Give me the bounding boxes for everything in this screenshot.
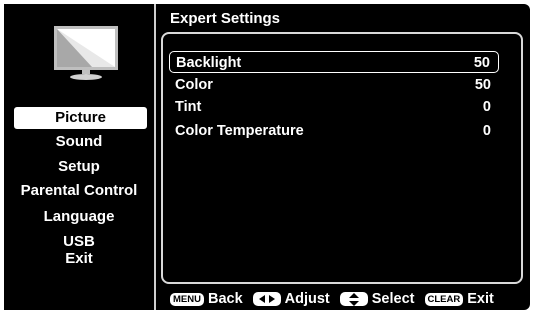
clear-key-icon: CLEAR	[424, 292, 464, 306]
exit-hint: Exit	[467, 291, 494, 307]
setting-value: 50	[473, 55, 490, 71]
setting-label: Backlight	[176, 55, 242, 71]
sidebar-item-language[interactable]: Language	[4, 208, 154, 226]
setting-row-color[interactable]: Color 50	[169, 74, 499, 96]
tv-icon	[54, 26, 118, 80]
setting-value: 0	[482, 99, 491, 115]
sidebar-item-sound[interactable]: Sound	[4, 133, 154, 151]
setting-row-tint[interactable]: Tint 0	[169, 96, 499, 118]
left-right-arrows-icon	[252, 292, 281, 306]
setting-label: Color Temperature	[175, 123, 304, 139]
setting-value: 0	[482, 123, 491, 139]
setting-label: Tint	[175, 99, 202, 115]
up-down-arrows-icon	[339, 292, 368, 306]
sidebar-item-picture[interactable]: Picture	[14, 107, 147, 129]
sidebar-divider	[154, 4, 156, 310]
page-title: Expert Settings	[170, 10, 281, 27]
sidebar-item-exit[interactable]: Exit	[4, 250, 154, 268]
sidebar-item-usb[interactable]: USB	[4, 233, 154, 251]
setting-value: 50	[474, 77, 491, 93]
footer-hints: MENU Back Adjust Select CLEAR Exit	[170, 290, 494, 308]
adjust-hint: Adjust	[284, 291, 330, 307]
settings-panel: Backlight 50 Color 50 Tint 0 Color Tempe…	[161, 32, 523, 284]
back-hint: Back	[207, 291, 243, 307]
sidebar: Picture Sound Setup Parental Control Lan…	[4, 4, 154, 310]
sidebar-item-setup[interactable]: Setup	[4, 158, 154, 176]
select-hint: Select	[371, 291, 415, 307]
setting-row-color-temperature[interactable]: Color Temperature 0	[169, 120, 499, 142]
menu-key-icon: MENU	[170, 292, 204, 306]
setting-row-backlight[interactable]: Backlight 50	[169, 51, 499, 73]
sidebar-item-parental-control[interactable]: Parental Control	[4, 182, 154, 200]
setting-label: Color	[175, 77, 213, 93]
tv-menu-screen: Picture Sound Setup Parental Control Lan…	[4, 4, 530, 310]
